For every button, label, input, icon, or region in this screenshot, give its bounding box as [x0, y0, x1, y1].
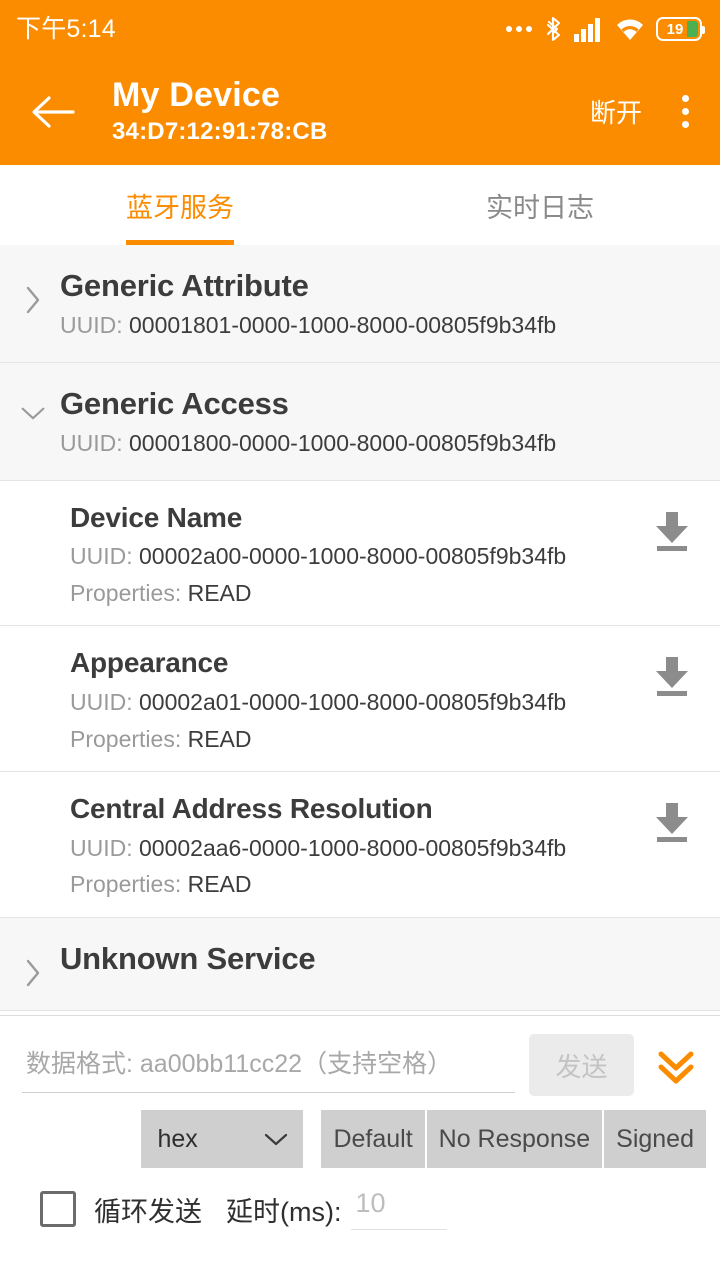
more-dots-icon — [506, 26, 532, 32]
characteristic-row[interactable]: Device Name UUID: 00002a00-0000-1000-800… — [0, 480, 720, 627]
expand-panel-button[interactable] — [648, 1034, 704, 1096]
characteristic-row[interactable]: Central Address Resolution UUID: 00002aa… — [0, 772, 720, 918]
data-format-select[interactable]: hex — [141, 1110, 304, 1168]
uuid-value: 00002a00-0000-1000-8000-00805f9b34fb — [139, 543, 567, 570]
write-mode-signed[interactable]: Signed — [602, 1110, 706, 1168]
app-bar-titles: My Device 34:D7:12:91:78:CB — [112, 76, 590, 146]
service-body: Generic Access UUID: 00001800-0000-1000-… — [60, 385, 700, 458]
battery-level-label: 19 — [666, 20, 684, 38]
characteristic-row[interactable]: Appearance UUID: 00002a01-0000-1000-8000… — [0, 626, 720, 773]
read-button[interactable] — [646, 501, 698, 553]
uuid-label: UUID: — [70, 688, 139, 715]
service-row[interactable]: Unknown Service — [0, 917, 720, 1011]
uuid-value: 00002a01-0000-1000-8000-00805f9b34fb — [139, 688, 567, 715]
characteristic-properties: Properties: READ — [70, 580, 646, 608]
characteristic-uuid: UUID: 00002aa6-0000-1000-8000-00805f9b34… — [70, 835, 646, 863]
characteristic-properties: Properties: READ — [70, 726, 646, 754]
status-bar-clock: 下午5:14 — [16, 14, 116, 43]
characteristic-body: Appearance UUID: 00002a01-0000-1000-8000… — [70, 646, 646, 753]
battery-icon: 19 — [656, 17, 705, 41]
service-uuid: UUID: 00001801-0000-1000-8000-00805f9b34… — [60, 312, 700, 340]
uuid-label: UUID: — [70, 834, 139, 861]
service-name: Unknown Service — [60, 940, 316, 976]
loop-send-checkbox[interactable] — [40, 1191, 76, 1227]
tab-label: 蓝牙服务 — [126, 192, 234, 223]
read-button[interactable] — [646, 792, 698, 844]
loop-send-row: 循环发送 延时(ms): 10 — [0, 1168, 720, 1230]
overflow-menu-icon[interactable] — [668, 85, 702, 139]
service-uuid: UUID: 00001800-0000-1000-8000-00805f9b34… — [60, 430, 700, 458]
status-bar-icons: 19 — [506, 15, 705, 43]
service-name: Generic Access — [60, 385, 289, 421]
tab-bar: 蓝牙服务 实时日志 — [0, 165, 720, 245]
delay-label: 延时(ms): — [226, 1196, 342, 1227]
characteristic-body: Central Address Resolution UUID: 00002aa… — [70, 792, 646, 899]
characteristic-properties: Properties: READ — [70, 871, 646, 899]
uuid-value: 00001800-0000-1000-8000-00805f9b34fb — [129, 429, 557, 456]
uuid-value: 00002aa6-0000-1000-8000-00805f9b34fb — [139, 834, 567, 861]
characteristic-name: Appearance — [70, 647, 229, 679]
send-row: 数据格式: aa00bb11cc22（支持空格） 发送 — [0, 1016, 720, 1096]
properties-value: READ — [187, 579, 252, 606]
uuid-label: UUID: — [60, 312, 129, 339]
properties-label: Properties: — [70, 871, 188, 898]
service-body: Generic Attribute UUID: 00001801-0000-10… — [60, 267, 700, 340]
characteristic-name: Device Name — [70, 501, 243, 533]
read-button[interactable] — [646, 646, 698, 698]
properties-label: Properties: — [70, 725, 188, 752]
characteristic-uuid: UUID: 00002a00-0000-1000-8000-00805f9b34… — [70, 543, 646, 571]
characteristic-body: Device Name UUID: 00002a00-0000-1000-800… — [70, 501, 646, 608]
characteristic-name: Central Address Resolution — [70, 793, 433, 825]
app-bar: My Device 34:D7:12:91:78:CB 断开 — [0, 58, 720, 165]
back-button[interactable] — [26, 85, 80, 139]
tab-realtime-log[interactable]: 实时日志 — [360, 165, 720, 245]
properties-label: Properties: — [70, 579, 188, 606]
chevron-right-icon — [20, 267, 46, 315]
double-chevron-down-icon — [653, 1042, 699, 1088]
wifi-icon — [615, 16, 645, 42]
chevron-right-icon — [20, 940, 46, 988]
properties-value: READ — [187, 871, 252, 898]
download-read-icon — [651, 654, 693, 698]
download-read-icon — [651, 800, 693, 844]
send-button[interactable]: 发送 — [529, 1034, 634, 1096]
data-format-value: hex — [157, 1124, 198, 1153]
page-title: My Device — [112, 76, 281, 115]
service-body: Unknown Service — [60, 940, 700, 977]
tab-bluetooth-services[interactable]: 蓝牙服务 — [0, 165, 360, 245]
characteristic-uuid: UUID: 00002a01-0000-1000-8000-00805f9b34… — [70, 689, 646, 717]
download-read-icon — [651, 509, 693, 553]
disconnect-button[interactable]: 断开 — [590, 93, 642, 130]
app-root: 下午5:14 19 My Device 34:D7:12:91:78:CB 断开… — [0, 0, 720, 1280]
loop-send-label: 循环发送 — [94, 1196, 202, 1227]
uuid-label: UUID: — [60, 429, 129, 456]
write-panel: 数据格式: aa00bb11cc22（支持空格） 发送 hex Default … — [0, 1015, 720, 1280]
chevron-down-icon — [263, 1131, 289, 1147]
tab-label: 实时日志 — [486, 192, 594, 223]
uuid-label: UUID: — [70, 543, 139, 570]
chevron-down-icon — [20, 385, 46, 423]
service-row[interactable]: Generic Attribute UUID: 00001801-0000-10… — [0, 245, 720, 363]
service-row[interactable]: Generic Access UUID: 00001800-0000-1000-… — [0, 362, 720, 481]
properties-value: READ — [187, 725, 252, 752]
status-bar: 下午5:14 19 — [0, 0, 720, 58]
write-mode-no-response[interactable]: No Response — [424, 1110, 602, 1168]
data-input[interactable]: 数据格式: aa00bb11cc22（支持空格） — [22, 1038, 515, 1093]
device-address: 34:D7:12:91:78:CB — [112, 117, 328, 145]
uuid-value: 00001801-0000-1000-8000-00805f9b34fb — [129, 312, 557, 339]
back-arrow-icon — [31, 94, 75, 130]
bluetooth-icon — [543, 15, 563, 43]
write-options-row: hex Default No Response Signed — [0, 1096, 720, 1168]
cellular-signal-icon — [574, 16, 604, 42]
delay-input[interactable]: 10 — [351, 1188, 448, 1230]
write-mode-default[interactable]: Default — [321, 1110, 424, 1168]
write-mode-segmented: Default No Response Signed — [321, 1110, 706, 1168]
service-name: Generic Attribute — [60, 268, 309, 303]
